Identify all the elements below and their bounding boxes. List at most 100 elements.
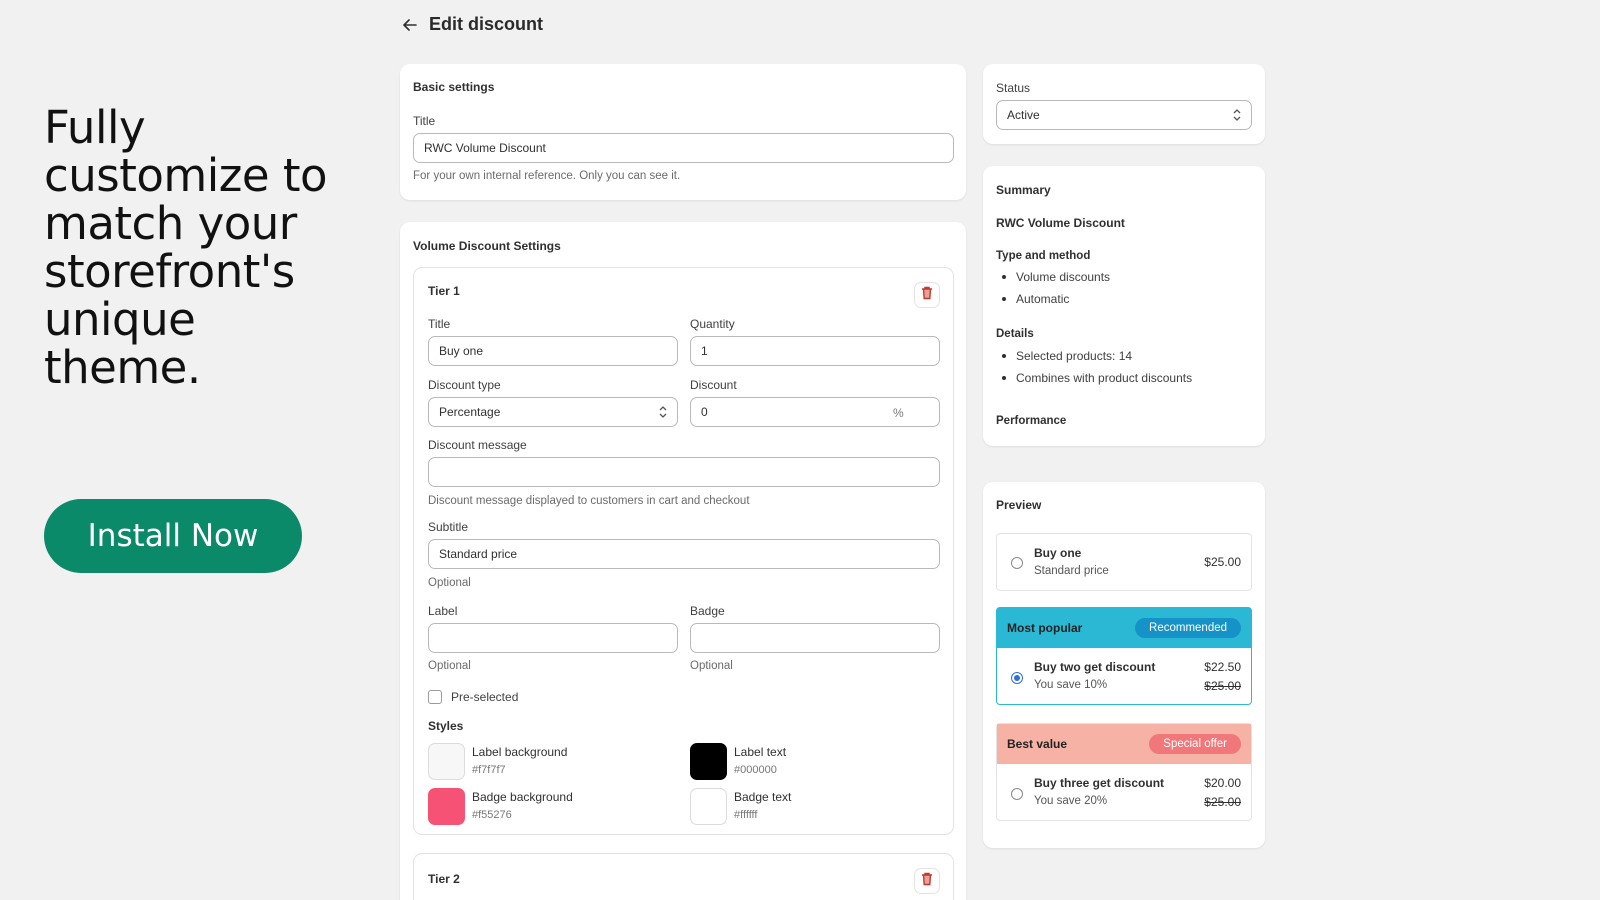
option-3-title: Buy three get discount [1034,776,1165,790]
option-1-subtitle: Standard price [1034,565,1109,577]
badge-input[interactable] [690,623,940,653]
option-2-price: $22.50 [1204,660,1241,674]
most-popular-band: Most popular Recommended [997,608,1251,648]
status-value: Active [1007,108,1040,122]
option-2-subtitle: You save 10% [1034,679,1108,691]
summary-heading: Summary [996,183,1051,197]
volume-settings-heading: Volume Discount Settings [413,239,561,253]
best-value-band: Best value Special offer [997,724,1251,764]
preview-option-1[interactable]: Buy one Standard price $25.00 [996,533,1252,591]
discount-value: 0 [701,405,708,419]
preview-option-3[interactable]: Best value Special offer Buy three get d… [996,723,1252,821]
special-offer-badge: Special offer [1149,734,1241,754]
basic-settings-heading: Basic settings [413,80,495,94]
option-3-compare-price: $25.00 [1204,795,1241,809]
subtitle-help: Optional [428,577,471,589]
details-heading: Details [996,328,1034,340]
type-method-list: Volume discounts Automatic [996,266,1110,310]
badge-background-hex: #f55276 [472,809,512,821]
label-field-label: Label [428,604,458,618]
status-card: Status Active [983,64,1265,144]
list-item: Volume discounts [996,266,1110,288]
discount-title-value: RWC Volume Discount [424,141,546,155]
label-text-swatch[interactable] [690,743,727,780]
label-text-hex: #000000 [734,764,777,776]
recommended-badge: Recommended [1135,618,1241,638]
preview-option-2[interactable]: Most popular Recommended Buy two get dis… [996,607,1252,705]
badge-help: Optional [690,660,733,672]
preview-heading: Preview [996,498,1042,512]
option-3-price: $20.00 [1204,776,1241,790]
quantity-value: 1 [701,344,708,358]
trash-icon [921,872,933,891]
subtitle-label: Subtitle [428,520,469,534]
label-input[interactable] [428,623,678,653]
discount-message-input[interactable] [428,457,940,487]
badge-field-label: Badge [690,604,725,618]
status-select[interactable]: Active [996,100,1252,130]
tier-title-input[interactable]: Buy one [428,336,678,366]
discount-input[interactable]: 0 % [690,397,940,427]
list-item: Combines with product discounts [996,367,1192,389]
discount-type-value: Percentage [439,405,501,419]
badge-background-swatch[interactable] [428,788,465,825]
delete-tier-2-button[interactable] [914,868,940,894]
trash-icon [921,286,933,305]
option-2-title: Buy two get discount [1034,660,1156,674]
option-3-radio[interactable] [1011,788,1023,800]
install-now-button[interactable]: Install Now [44,499,302,573]
chevron-up-down-icon [1232,108,1242,122]
label-background-name: Label background [472,745,568,759]
option-1-radio[interactable] [1011,557,1023,569]
option-1-price: $25.00 [1204,555,1241,569]
tier-title-label: Title [428,317,451,331]
details-list: Selected products: 14 Combines with prod… [996,345,1192,389]
best-value-label: Best value [1007,737,1068,751]
label-background-hex: #f7f7f7 [472,764,506,776]
styles-heading: Styles [428,719,464,733]
quantity-input[interactable]: 1 [690,336,940,366]
page-title: Edit discount [429,14,543,34]
option-1-title: Buy one [1034,546,1082,560]
badge-text-name: Badge text [734,790,792,804]
badge-text-swatch[interactable] [690,788,727,825]
label-text-name: Label text [734,745,787,759]
subtitle-value: Standard price [439,547,518,561]
label-help: Optional [428,660,471,672]
option-2-radio[interactable] [1011,672,1023,684]
badge-text-hex: #ffffff [734,809,758,821]
option-2-compare-price: $25.00 [1204,679,1241,693]
discount-label: Discount [690,378,737,392]
label-background-swatch[interactable] [428,743,465,780]
most-popular-label: Most popular [1007,621,1083,635]
discount-type-select[interactable]: Percentage [428,397,678,427]
type-method-heading: Type and method [996,250,1091,262]
pre-selected-checkbox[interactable] [428,690,442,704]
summary-card: Summary RWC Volume Discount Type and met… [983,166,1265,446]
discount-title-input[interactable]: RWC Volume Discount [413,133,954,163]
quantity-label: Quantity [690,317,735,331]
list-item: Automatic [996,288,1110,310]
preview-card: Preview Buy one Standard price $25.00 Mo… [983,482,1265,848]
basic-settings-card: Basic settings Title RWC Volume Discount… [400,64,966,200]
badge-background-name: Badge background [472,790,573,804]
subtitle-input[interactable]: Standard price [428,539,940,569]
discount-message-label: Discount message [428,438,527,452]
arrow-left-icon[interactable] [401,16,419,34]
tier-2-card: Tier 2 [413,853,954,900]
title-help-text: For your own internal reference. Only yo… [413,170,681,182]
pre-selected-label: Pre-selected [451,690,519,704]
performance-heading: Performance [996,415,1067,427]
tier-1-heading: Tier 1 [428,284,460,298]
volume-discount-settings-card: Volume Discount Settings Tier 1 Title Bu… [400,222,966,900]
tier-1-card: Tier 1 Title Buy one Quantity 1 Discount… [413,267,954,835]
promo-heading: Fully customize to match your storefront… [44,101,328,394]
percent-suffix: % [893,406,904,420]
chevron-up-down-icon [658,405,668,419]
title-label: Title [413,114,436,128]
option-3-subtitle: You save 20% [1034,795,1108,807]
status-label: Status [996,81,1031,95]
delete-tier-1-button[interactable] [914,282,940,308]
page-header: Edit discount [401,14,543,35]
tier-2-heading: Tier 2 [428,872,460,886]
